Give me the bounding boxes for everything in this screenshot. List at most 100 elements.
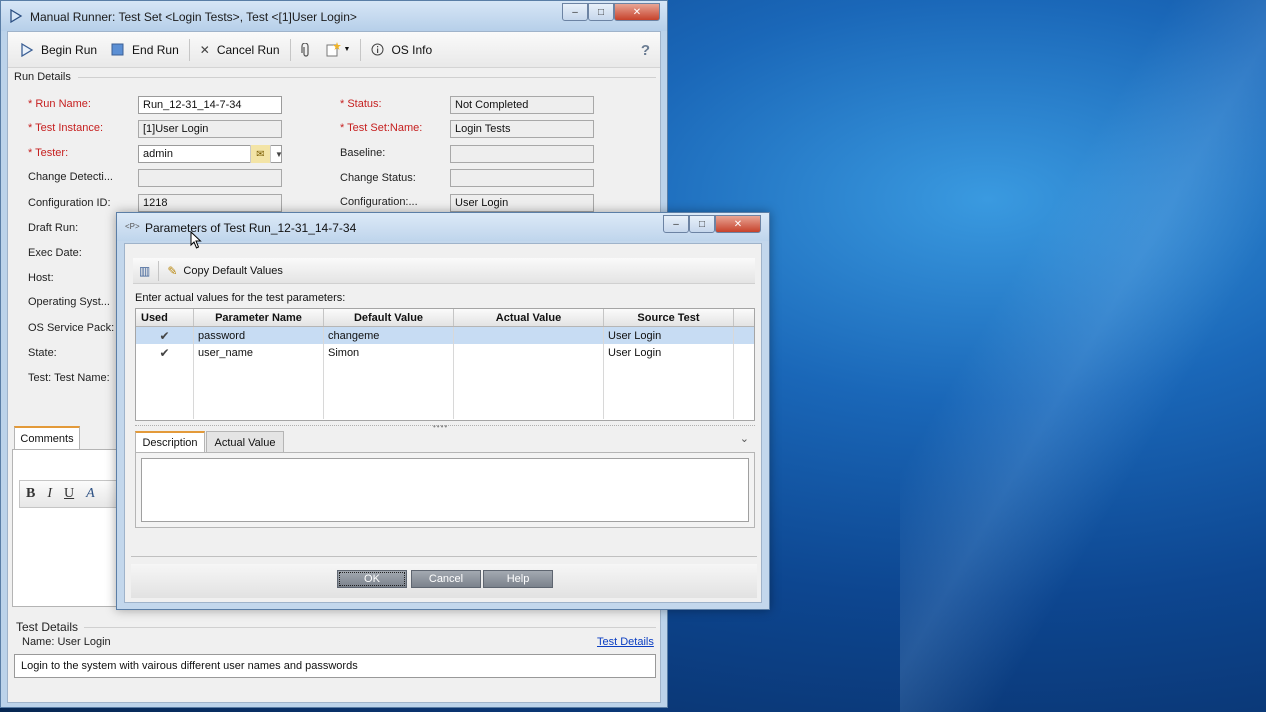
status-label: * Status: (340, 98, 382, 110)
column-header-used[interactable]: Used (136, 309, 194, 326)
parameter-icon: <P> (125, 222, 140, 231)
end-run-label: End Run (132, 42, 179, 57)
collapse-chevron-icon[interactable]: ⌄ (740, 432, 749, 445)
toolbar-separator (188, 38, 190, 61)
dialog-maximize-button[interactable]: □ (689, 215, 715, 233)
maximize-button[interactable]: □ (588, 3, 614, 21)
columns-icon[interactable]: ▥ (139, 264, 150, 278)
source-test-cell: User Login (604, 327, 734, 344)
toolbar-separator (289, 38, 291, 61)
table-row[interactable]: ✔ password changeme User Login (136, 327, 754, 344)
instruction-text: Enter actual values for the test paramet… (135, 292, 346, 304)
ok-button[interactable]: OK (337, 570, 407, 588)
splitter-grip-icon[interactable]: •••• (433, 422, 448, 431)
used-check-icon[interactable]: ✔ (136, 344, 194, 361)
cancel-run-button[interactable]: ✕ Cancel Run (196, 38, 284, 62)
os-info-button[interactable]: OS Info (367, 38, 436, 62)
help-button[interactable]: Help (483, 570, 553, 588)
chevron-down-icon: ▼ (343, 46, 351, 53)
end-run-button[interactable]: End Run (107, 38, 183, 62)
change-detection-field[interactable] (138, 169, 282, 187)
change-status-field[interactable] (450, 169, 594, 187)
description-textarea[interactable] (141, 458, 749, 522)
test-set-name-field[interactable]: Login Tests (450, 120, 594, 138)
operating-system-label: Operating Syst... (28, 296, 110, 308)
tab-comments[interactable]: Comments (14, 426, 80, 450)
dialog-titlebar[interactable]: <P> Parameters of Test Run_12-31_14-7-34… (117, 213, 769, 241)
help-icon[interactable]: ? (641, 42, 650, 59)
paperclip-icon (300, 42, 309, 57)
os-service-pack-label: OS Service Pack: (28, 322, 115, 334)
column-header-actual-value[interactable]: Actual Value (454, 309, 604, 326)
parameters-dialog: <P> Parameters of Test Run_12-31_14-7-34… (116, 212, 770, 610)
parameter-name-cell: password (194, 327, 324, 344)
begin-run-button[interactable]: Begin Run (16, 38, 101, 62)
chevron-down-icon[interactable]: ▼ (270, 145, 287, 163)
section-divider (84, 627, 656, 628)
app-play-icon (10, 9, 23, 23)
configuration-id-field[interactable]: 1218 (138, 194, 282, 212)
run-details-heading: Run Details (14, 71, 71, 83)
table-empty-area (136, 361, 754, 419)
toolbar-separator (360, 38, 362, 61)
new-defect-dropdown-button[interactable]: ▼ (321, 38, 355, 62)
cancel-button[interactable]: Cancel (411, 570, 481, 588)
actual-value-cell[interactable] (454, 327, 604, 344)
configuration-id-label: Configuration ID: (28, 197, 111, 209)
font-color-button[interactable]: A (86, 486, 95, 502)
cancel-x-icon: ✕ (199, 42, 210, 57)
dialog-toolbar: ▥ ✎ Copy Default Values (133, 258, 755, 284)
dialog-divider (131, 556, 757, 557)
parameters-table: Used Parameter Name Default Value Actual… (135, 308, 755, 421)
info-icon (371, 43, 384, 56)
dialog-minimize-button[interactable]: – (663, 215, 689, 233)
close-button[interactable]: ✕ (614, 3, 660, 21)
tester-label: * Tester: (28, 147, 69, 159)
tab-actual-value[interactable]: Actual Value (206, 431, 284, 453)
used-check-icon[interactable]: ✔ (136, 327, 194, 344)
configuration-label: Configuration:... (340, 196, 418, 208)
minimize-button[interactable]: – (562, 3, 588, 21)
dialog-content: ▥ ✎ Copy Default Values Enter actual val… (124, 243, 762, 603)
actual-value-cell[interactable] (454, 344, 604, 361)
baseline-field[interactable] (450, 145, 594, 163)
dialog-title: Parameters of Test Run_12-31_14-7-34 (145, 221, 357, 235)
new-item-icon (326, 42, 341, 57)
description-panel (135, 452, 755, 528)
attachments-button[interactable] (297, 38, 315, 62)
table-row[interactable]: ✔ user_name Simon User Login (136, 344, 754, 361)
dialog-button-row: OK Cancel Help (131, 564, 757, 598)
window-title: Manual Runner: Test Set <Login Tests>, T… (30, 10, 357, 24)
runner-toolbar: Begin Run End Run ✕ Cancel Run ▼ OS Info… (8, 32, 660, 68)
italic-button[interactable]: I (47, 486, 52, 502)
dialog-close-button[interactable]: ✕ (715, 215, 761, 233)
column-header-parameter-name[interactable]: Parameter Name (194, 309, 324, 326)
exec-date-label: Exec Date: (28, 247, 82, 259)
copy-default-values-button[interactable]: Copy Default Values (183, 265, 282, 277)
desktop-background (900, 0, 1266, 712)
change-status-label: Change Status: (340, 172, 416, 184)
draft-run-label: Draft Run: (28, 222, 79, 234)
test-details-heading: Test Details (16, 620, 79, 634)
configuration-field[interactable]: User Login (450, 194, 594, 212)
test-set-name-label: * Test Set:Name: (340, 122, 423, 134)
column-header-default-value[interactable]: Default Value (324, 309, 454, 326)
begin-run-label: Begin Run (41, 42, 98, 57)
os-info-label: OS Info (391, 42, 433, 57)
mouse-cursor-icon (190, 231, 202, 249)
mail-icon[interactable]: ✉ (250, 145, 270, 163)
change-detection-label: Change Detecti... (28, 171, 113, 183)
run-name-label: * Run Name: (28, 98, 91, 110)
host-label: Host: (28, 272, 54, 284)
underline-button[interactable]: U (64, 486, 74, 502)
column-header-source-test[interactable]: Source Test (604, 309, 734, 326)
tab-description[interactable]: Description (135, 431, 205, 453)
bold-button[interactable]: B (26, 486, 35, 502)
window-titlebar[interactable]: Manual Runner: Test Set <Login Tests>, T… (1, 1, 667, 31)
test-details-link[interactable]: Test Details (597, 636, 654, 648)
status-field[interactable]: Not Completed (450, 96, 594, 114)
test-description-box: Login to the system with vairous differe… (14, 654, 656, 678)
baseline-label: Baseline: (340, 147, 386, 159)
test-instance-field[interactable]: [1]User Login (138, 120, 282, 138)
run-name-field[interactable]: Run_12-31_14-7-34 (138, 96, 282, 114)
